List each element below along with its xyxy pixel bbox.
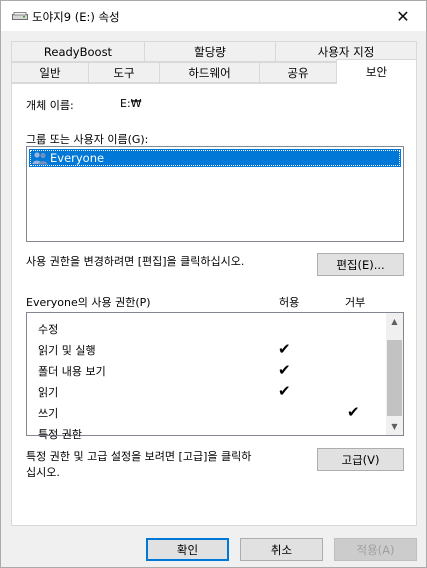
tab-sharing[interactable]: 공유 <box>259 62 337 83</box>
edit-button-label: 편집(E)... <box>336 257 385 272</box>
edit-instruction: 사용 권한을 변경하려면 [편집]을 클릭하십시오. <box>26 255 245 268</box>
group-user-list[interactable]: Everyone <box>26 146 404 242</box>
tab-label: 보안 <box>365 65 388 79</box>
tab-tools[interactable]: 도구 <box>88 62 160 83</box>
scroll-thumb[interactable] <box>387 340 402 416</box>
object-name-value: E:₩ <box>120 97 142 110</box>
apply-button[interactable]: 적용(A) <box>334 538 417 561</box>
permission-name: 읽기 및 실행 <box>38 344 96 357</box>
tab-hardware[interactable]: 하드웨어 <box>159 62 260 83</box>
tab-security[interactable]: 보안 <box>336 59 417 84</box>
permission-row: 읽기 ✔ <box>38 382 388 402</box>
deny-header: 거부 <box>345 296 366 309</box>
cancel-button-label: 취소 <box>270 542 293 557</box>
permission-row: 읽기 및 실행 ✔ <box>38 340 388 360</box>
permissions-list: 수정 읽기 및 실행 ✔ 폴더 내용 보기 ✔ 읽기 ✔ 쓰기 ✔ 특정 권한 <box>26 312 404 441</box>
window-title: 도야지9 (E:) 속성 <box>32 10 120 24</box>
users-icon <box>32 152 48 165</box>
ok-button[interactable]: 확인 <box>146 538 229 561</box>
scroll-down-icon[interactable]: ▼ <box>386 418 403 435</box>
advanced-instruction-line2: 십시오. <box>26 466 60 479</box>
advanced-button[interactable]: 고급(V) <box>317 448 404 471</box>
allow-check-icon: ✔ <box>278 361 291 379</box>
permission-name: 쓰기 <box>38 407 59 420</box>
drive-icon <box>12 12 28 20</box>
list-item-label: Everyone <box>50 151 105 165</box>
close-button[interactable]: ✕ <box>380 1 426 31</box>
tab-quota[interactable]: 할당량 <box>144 41 276 62</box>
permission-row: 수정 <box>38 319 388 339</box>
edit-button[interactable]: 편집(E)... <box>317 253 404 276</box>
tab-label: 할당량 <box>194 44 226 59</box>
scroll-up-icon[interactable]: ▲ <box>386 313 403 330</box>
cancel-button[interactable]: 취소 <box>240 538 323 561</box>
permissions-label: Everyone의 사용 권한(P) <box>26 296 151 309</box>
permission-row: 폴더 내용 보기 ✔ <box>38 361 388 381</box>
tab-label: 도구 <box>113 65 135 80</box>
ok-button-label: 확인 <box>176 542 199 557</box>
tab-label: 일반 <box>39 65 61 80</box>
tab-label: 사용자 지정 <box>317 44 375 59</box>
tab-general[interactable]: 일반 <box>11 62 89 83</box>
properties-window: 도야지9 (E:) 속성 ✕ ReadyBoost 할당량 사용자 지정 일반 … <box>0 0 427 568</box>
tab-label: 하드웨어 <box>188 65 231 80</box>
advanced-button-label: 고급(V) <box>341 452 380 467</box>
permission-name: 수정 <box>38 323 59 336</box>
allow-header: 허용 <box>279 296 300 309</box>
list-item[interactable]: Everyone <box>29 149 401 167</box>
vertical-scrollbar[interactable]: ▲ ▼ <box>386 313 403 435</box>
tab-label: 공유 <box>287 65 309 80</box>
allow-check-icon: ✔ <box>278 382 291 400</box>
permission-name: 읽기 <box>38 386 59 399</box>
permission-row: 쓰기 ✔ <box>38 403 388 423</box>
tab-label: ReadyBoost <box>43 44 113 59</box>
close-icon: ✕ <box>396 6 410 26</box>
permission-name: 특정 권한 <box>38 428 82 441</box>
apply-button-label: 적용(A) <box>356 542 395 557</box>
object-name-label: 개체 이름: <box>26 99 74 112</box>
title-bar: 도야지9 (E:) 속성 ✕ <box>1 1 426 31</box>
security-panel: 개체 이름: E:₩ 그룹 또는 사용자 이름(G): Everyone 사용 … <box>11 83 417 526</box>
deny-check-icon: ✔ <box>347 403 360 421</box>
group-list-label: 그룹 또는 사용자 이름(G): <box>26 133 149 146</box>
advanced-instruction-line1: 특정 권한 및 고급 설정을 보려면 [고급]을 클릭하 <box>26 450 252 463</box>
permission-row: 특정 권한 <box>38 424 388 444</box>
tab-readyboost[interactable]: ReadyBoost <box>11 41 145 62</box>
allow-check-icon: ✔ <box>278 340 291 358</box>
permission-name: 폴더 내용 보기 <box>38 365 106 378</box>
